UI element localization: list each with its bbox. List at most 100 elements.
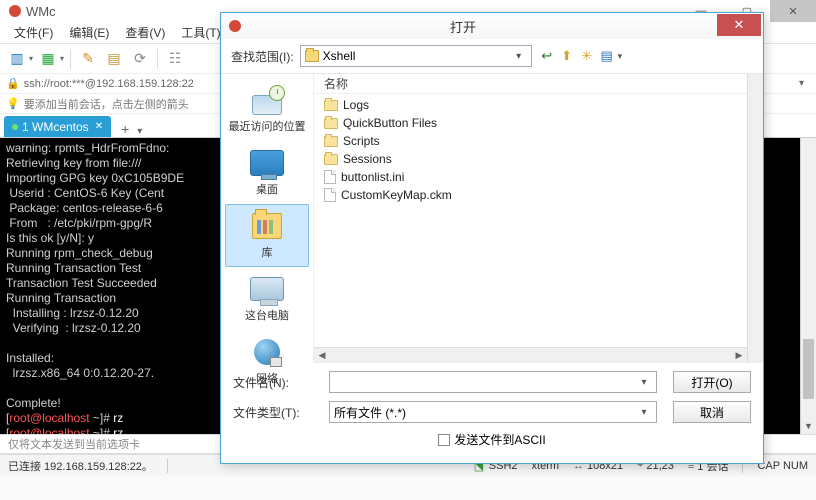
- status-connection: 已连接 192.168.159.128:22。: [8, 458, 153, 474]
- list-item[interactable]: buttonlist.ini: [314, 168, 763, 186]
- filename-input[interactable]: ▾: [329, 371, 657, 393]
- open-button[interactable]: 打开(O): [673, 371, 751, 393]
- scroll-down-icon[interactable]: ▼: [801, 418, 816, 434]
- dropdown-icon[interactable]: ▾: [60, 54, 64, 63]
- tab-dropdown-icon[interactable]: ▾: [137, 126, 142, 137]
- view-icon[interactable]: ▤: [598, 47, 616, 65]
- session-tab[interactable]: 1 WMcentos ✕: [4, 116, 111, 137]
- dialog-bottom: 文件名(N): ▾ 打开(O) 文件类型(T): 所有文件 (*.*) ▾ 取消…: [221, 363, 763, 452]
- file-icon: [324, 188, 336, 202]
- tab-close-icon[interactable]: ✕: [95, 121, 103, 132]
- look-in-select[interactable]: Xshell ▾: [300, 45, 532, 67]
- filetype-label: 文件类型(T):: [233, 404, 319, 421]
- ascii-label: 发送文件到ASCII: [454, 431, 545, 448]
- dialog-close-button[interactable]: ✕: [717, 14, 761, 36]
- new-session-icon[interactable]: ▥: [6, 48, 28, 70]
- place-library[interactable]: 库: [225, 204, 309, 267]
- menu-view[interactable]: 查看(V): [117, 22, 173, 43]
- file-name: Sessions: [343, 152, 392, 166]
- network-icon: [252, 337, 282, 367]
- place-computer[interactable]: 这台电脑: [225, 267, 309, 330]
- separator: [167, 459, 168, 473]
- vertical-scrollbar[interactable]: [747, 74, 763, 363]
- folder-icon: [324, 154, 338, 165]
- address-text[interactable]: ssh://root:***@192.168.159.128:22: [24, 78, 194, 90]
- computer-icon: [250, 277, 284, 301]
- dropdown-icon[interactable]: ▾: [618, 51, 623, 62]
- file-items: Logs QuickButton Files Scripts Sessions butt…: [314, 94, 763, 206]
- lock-icon: 🔒: [6, 77, 20, 90]
- place-desktop[interactable]: 桌面: [225, 141, 309, 204]
- recent-icon: [249, 85, 285, 115]
- scroll-right-icon[interactable]: ▶: [731, 350, 747, 361]
- dropdown-icon[interactable]: ▾: [636, 377, 652, 388]
- terminal-scrollbar[interactable]: ▲ ▼: [800, 138, 816, 434]
- list-item[interactable]: CustomKeyMap.ckm: [314, 186, 763, 204]
- reconnect-icon[interactable]: ⟳: [129, 48, 151, 70]
- horizontal-scrollbar[interactable]: ◀ ▶: [314, 347, 747, 363]
- place-label: 这台电脑: [245, 307, 289, 323]
- file-icon: [324, 170, 336, 184]
- app-icon: [8, 4, 22, 18]
- filetype-row: 文件类型(T): 所有文件 (*.*) ▾ 取消: [233, 401, 751, 423]
- file-name: buttonlist.ini: [341, 170, 404, 184]
- dialog-titlebar: 打开 ✕: [221, 13, 763, 39]
- status-dot-icon: [12, 124, 18, 130]
- menu-file[interactable]: 文件(F): [6, 22, 61, 43]
- scroll-left-icon[interactable]: ◀: [314, 350, 330, 361]
- list-item[interactable]: QuickButton Files: [314, 114, 763, 132]
- column-header[interactable]: 名称: [314, 74, 763, 94]
- nav-buttons: ↩ ⬆ ✳ ▤ ▾: [538, 47, 623, 65]
- place-label: 最近访问的位置: [229, 118, 306, 134]
- place-label: 桌面: [256, 181, 278, 197]
- dropdown-icon[interactable]: ▾: [511, 51, 527, 62]
- close-button[interactable]: ✕: [770, 0, 816, 22]
- new-folder-icon[interactable]: ✳: [578, 47, 596, 65]
- scroll-thumb[interactable]: [803, 339, 814, 399]
- look-in-row: 查找范围(I): Xshell ▾ ↩ ⬆ ✳ ▤ ▾: [221, 39, 763, 73]
- address-dropdown-icon[interactable]: ▾: [799, 78, 810, 89]
- file-name: Logs: [343, 98, 369, 112]
- list-item[interactable]: Scripts: [314, 132, 763, 150]
- ascii-checkbox[interactable]: [438, 434, 450, 446]
- filetype-select[interactable]: 所有文件 (*.*) ▾: [329, 401, 657, 423]
- places-bar: 最近访问的位置 桌面 库 这台电脑 网络: [221, 74, 313, 363]
- folder-icon: [324, 100, 338, 111]
- file-name: QuickButton Files: [343, 116, 437, 130]
- menu-edit[interactable]: 编辑(E): [61, 22, 117, 43]
- desktop-icon: [250, 150, 284, 176]
- file-list: 名称 Logs QuickButton Files Scripts Sessions b…: [313, 74, 763, 363]
- back-icon[interactable]: ↩: [538, 47, 556, 65]
- ascii-row: 发送文件到ASCII: [233, 431, 751, 448]
- up-icon[interactable]: ⬆: [558, 47, 576, 65]
- dropdown-icon[interactable]: ▾: [29, 54, 33, 63]
- edit-icon[interactable]: ✎: [77, 48, 99, 70]
- status-caps: CAP NUM: [757, 460, 808, 472]
- tool-icon[interactable]: ▤: [103, 48, 125, 70]
- folder-icon: [305, 50, 319, 62]
- window-title: WMc: [26, 4, 56, 19]
- hint-text: 要添加当前会话，点击左侧的箭头: [24, 96, 189, 112]
- separator: [70, 49, 71, 69]
- place-recent[interactable]: 最近访问的位置: [225, 78, 309, 141]
- scroll-track[interactable]: [801, 154, 816, 418]
- dropdown-icon[interactable]: ▾: [636, 407, 652, 418]
- place-label: 库: [262, 244, 273, 260]
- filetype-value: 所有文件 (*.*): [334, 404, 636, 421]
- library-icon: [252, 213, 282, 239]
- bulb-icon: 💡: [6, 97, 20, 110]
- cancel-button[interactable]: 取消: [673, 401, 751, 423]
- open-session-icon[interactable]: ▦: [37, 48, 59, 70]
- add-tab-button[interactable]: +: [115, 121, 135, 137]
- list-item[interactable]: Sessions: [314, 150, 763, 168]
- look-in-label: 查找范围(I):: [231, 48, 294, 65]
- folder-icon: [324, 136, 338, 147]
- scroll-track[interactable]: [330, 348, 731, 363]
- properties-icon[interactable]: ☷: [164, 48, 186, 70]
- dialog-title: 打开: [249, 17, 717, 36]
- look-in-value: Xshell: [323, 49, 507, 63]
- dialog-body: 最近访问的位置 桌面 库 这台电脑 网络 名称 LogsQu: [221, 73, 763, 363]
- col-name-label: 名称: [324, 75, 348, 92]
- folder-icon: [324, 118, 338, 129]
- list-item[interactable]: Logs: [314, 96, 763, 114]
